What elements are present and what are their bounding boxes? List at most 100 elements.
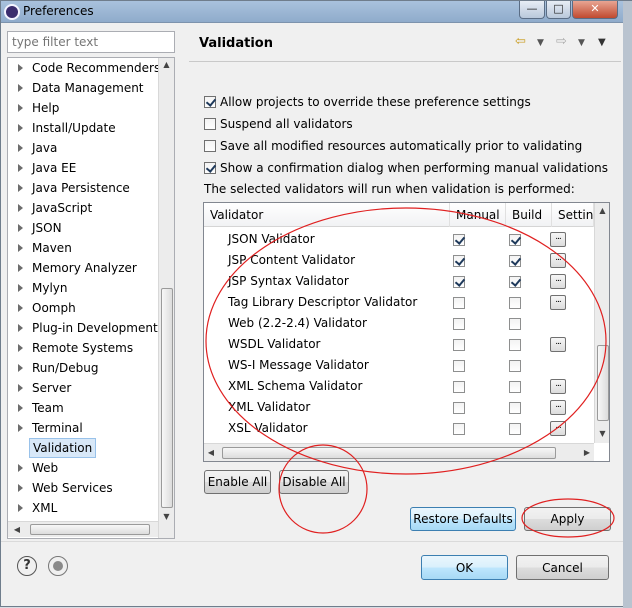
filter-input[interactable] [7, 31, 175, 53]
import-export-icon[interactable] [48, 556, 68, 576]
expand-arrow-icon[interactable] [18, 324, 23, 332]
tree-item[interactable]: Team [8, 398, 158, 418]
tree-hscrollbar[interactable]: ◀ [8, 521, 158, 537]
scroll-down-icon[interactable]: ▼ [159, 512, 174, 521]
manual-checkbox[interactable] [453, 402, 465, 414]
table-row[interactable]: WSDL Validator... [204, 334, 594, 355]
restore-defaults-button[interactable]: Restore Defaults [410, 507, 516, 531]
tree-item[interactable]: JSON [8, 218, 158, 238]
column-build[interactable]: Build [506, 203, 552, 227]
forward-menu-icon[interactable]: ▼ [578, 38, 585, 48]
build-checkbox[interactable] [509, 339, 521, 351]
option-checkbox[interactable] [204, 96, 216, 108]
manual-checkbox[interactable] [453, 318, 465, 330]
manual-checkbox[interactable] [453, 297, 465, 309]
expand-arrow-icon[interactable] [18, 404, 23, 412]
table-scroll-down-icon[interactable]: ▼ [595, 429, 609, 438]
expand-arrow-icon[interactable] [18, 424, 23, 432]
tree-item[interactable]: JavaScript [8, 198, 158, 218]
expand-arrow-icon[interactable] [18, 164, 23, 172]
tree-item[interactable]: Oomph [8, 298, 158, 318]
settings-button[interactable]: ... [550, 232, 566, 247]
build-checkbox[interactable] [509, 381, 521, 393]
table-row[interactable]: XML Schema Validator... [204, 376, 594, 397]
expand-arrow-icon[interactable] [18, 124, 23, 132]
option-checkbox[interactable] [204, 118, 216, 130]
build-checkbox[interactable] [509, 423, 521, 435]
manual-checkbox[interactable] [453, 360, 465, 372]
cancel-button[interactable]: Cancel [516, 555, 609, 580]
tree-item[interactable]: Code Recommenders [8, 58, 160, 78]
table-scroll-right-icon[interactable]: ▶ [392, 448, 609, 457]
option-checkbox[interactable] [204, 162, 216, 174]
table-row[interactable]: WS-I Message Validator [204, 355, 594, 376]
table-row[interactable]: JSP Syntax Validator... [204, 271, 594, 292]
forward-arrow-icon[interactable]: ⇨ [556, 34, 567, 49]
expand-arrow-icon[interactable] [18, 344, 23, 352]
manual-checkbox[interactable] [453, 339, 465, 351]
tree-item[interactable]: Java [8, 138, 158, 158]
view-menu-icon[interactable]: ▼ [598, 37, 606, 48]
build-checkbox[interactable] [509, 234, 521, 246]
expand-arrow-icon[interactable] [18, 144, 23, 152]
expand-arrow-icon[interactable] [18, 224, 23, 232]
settings-button[interactable]: ... [550, 253, 566, 268]
manual-checkbox[interactable] [453, 423, 465, 435]
settings-button[interactable]: ... [550, 421, 566, 436]
tree-item[interactable]: Install/Update [8, 118, 158, 138]
option-checkbox[interactable] [204, 140, 216, 152]
tree-item[interactable]: Server [8, 378, 158, 398]
expand-arrow-icon[interactable] [18, 64, 23, 72]
column-validator[interactable]: Validator [204, 203, 450, 227]
ok-button[interactable]: OK [421, 555, 508, 580]
expand-arrow-icon[interactable] [18, 304, 23, 312]
settings-button[interactable]: ... [550, 295, 566, 310]
tree-item[interactable]: Memory Analyzer [8, 258, 158, 278]
tree-item[interactable]: Terminal [8, 418, 158, 438]
scroll-up-icon[interactable]: ▲ [159, 60, 174, 69]
expand-arrow-icon[interactable] [18, 484, 23, 492]
back-menu-icon[interactable]: ▼ [537, 38, 544, 48]
table-scrollbar[interactable]: ▲ ▼ [594, 203, 609, 443]
tree-item[interactable]: Mylyn [8, 278, 158, 298]
tree-item[interactable]: Validation [8, 438, 158, 458]
table-row[interactable]: Web (2.2-2.4) Validator [204, 313, 594, 334]
tree-item[interactable]: Run/Debug [8, 358, 158, 378]
table-row[interactable]: JSON Validator... [204, 229, 594, 250]
manual-checkbox[interactable] [453, 276, 465, 288]
settings-button[interactable]: ... [550, 379, 566, 394]
tree-item[interactable]: Remote Systems [8, 338, 158, 358]
tree-item[interactable]: Help [8, 98, 158, 118]
tree-item[interactable]: Plug-in Development [8, 318, 158, 338]
expand-arrow-icon[interactable] [18, 184, 23, 192]
column-settings[interactable]: Settings [552, 203, 594, 227]
table-row[interactable]: JSP Content Validator... [204, 250, 594, 271]
table-scroll-up-icon[interactable]: ▲ [595, 206, 609, 215]
table-scroll-thumb[interactable] [597, 345, 609, 421]
expand-arrow-icon[interactable] [18, 504, 23, 512]
tree-scroll-thumb[interactable] [161, 288, 173, 508]
close-button[interactable]: ✕ [572, 1, 618, 19]
manual-checkbox[interactable] [453, 255, 465, 267]
disable-all-button[interactable]: Disable All [279, 470, 349, 494]
table-row[interactable]: XML Validator... [204, 397, 594, 418]
expand-arrow-icon[interactable] [18, 104, 23, 112]
tree-item[interactable]: Java Persistence [8, 178, 158, 198]
back-arrow-icon[interactable]: ⇦ [515, 34, 526, 49]
table-row[interactable]: XSL Validator... [204, 418, 594, 439]
manual-checkbox[interactable] [453, 381, 465, 393]
minimize-button[interactable]: — [519, 1, 545, 19]
tree-item[interactable]: Web Services [8, 478, 158, 498]
tree-item[interactable]: XML [8, 498, 158, 518]
help-icon[interactable]: ? [17, 556, 37, 576]
manual-checkbox[interactable] [453, 234, 465, 246]
expand-arrow-icon[interactable] [18, 264, 23, 272]
build-checkbox[interactable] [509, 297, 521, 309]
build-checkbox[interactable] [509, 360, 521, 372]
maximize-button[interactable]: □ [546, 1, 571, 19]
column-manual[interactable]: Manual [450, 203, 506, 227]
tree-scrollbar[interactable]: ▲ ▼ [158, 58, 174, 538]
tree-item[interactable]: Maven [8, 238, 158, 258]
tree-item[interactable]: Java EE [8, 158, 158, 178]
title-bar[interactable]: Preferences — □ ✕ [1, 1, 631, 23]
